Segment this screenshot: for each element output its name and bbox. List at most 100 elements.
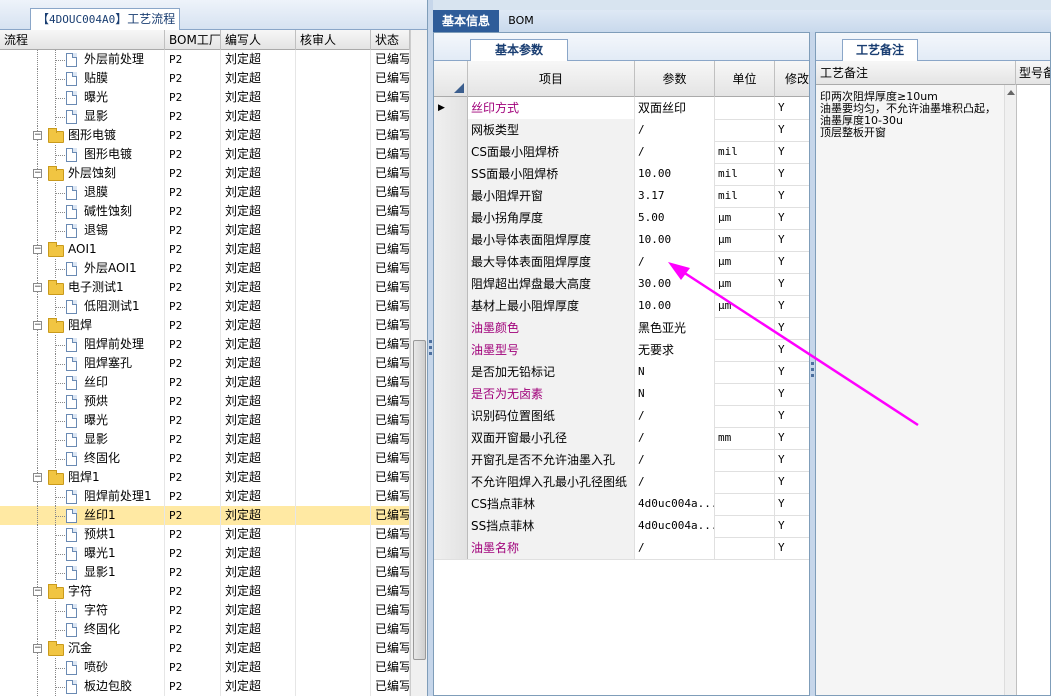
param-row[interactable]: ▶ 丝印方式 双面丝印 Y <box>434 97 809 120</box>
tree-folder-row[interactable]: − 沉金 P2 刘定超 已编写 <box>0 639 410 658</box>
param-value-cell[interactable]: N <box>635 383 715 405</box>
tree-step-row[interactable]: 碱性蚀刻 P2 刘定超 已编写 <box>0 202 410 221</box>
param-value-cell[interactable]: 30.00 <box>635 273 715 295</box>
param-modified-cell[interactable]: Y <box>775 537 809 559</box>
tree-step-row[interactable]: 图形电镀 P2 刘定超 已编写 <box>0 145 410 164</box>
row-header[interactable] <box>434 317 468 339</box>
tree-scrollbar-thumb[interactable] <box>413 340 426 660</box>
param-modified-cell[interactable]: Y <box>775 273 809 295</box>
collapse-toggle-icon[interactable]: − <box>33 321 42 330</box>
param-modified-cell[interactable]: Y <box>775 493 809 515</box>
row-header[interactable] <box>434 163 468 185</box>
tree-step-row[interactable]: 曝光1 P2 刘定超 已编写 <box>0 544 410 563</box>
tree-step-row[interactable]: 显影 P2 刘定超 已编写 <box>0 430 410 449</box>
row-header[interactable] <box>434 361 468 383</box>
tree-step-row[interactable]: 丝印 P2 刘定超 已编写 <box>0 373 410 392</box>
param-modified-cell[interactable]: Y <box>775 361 809 383</box>
param-value-cell[interactable]: / <box>635 537 715 559</box>
col-header-model-remarks[interactable]: 型号备注 <box>1016 61 1050 85</box>
param-modified-cell[interactable]: Y <box>775 427 809 449</box>
param-value-cell[interactable]: / <box>635 405 715 427</box>
param-row[interactable]: 最小拐角厚度 5.00 μm Y <box>434 207 809 230</box>
col-header-reviewer[interactable]: 核审人 <box>296 30 371 50</box>
tree-folder-row[interactable]: − 阻焊1 P2 刘定超 已编写 <box>0 468 410 487</box>
tree-step-row[interactable]: 丝印1 P2 刘定超 已编写 <box>0 506 410 525</box>
param-row[interactable]: CS面最小阻焊桥 / mil Y <box>434 141 809 164</box>
param-value-cell[interactable]: 3.17 <box>635 185 715 207</box>
param-row[interactable]: 油墨型号 无要求 Y <box>434 339 809 362</box>
row-header[interactable] <box>434 471 468 493</box>
row-header[interactable] <box>434 405 468 427</box>
collapse-toggle-icon[interactable]: − <box>33 245 42 254</box>
tree-step-row[interactable]: 预烘1 P2 刘定超 已编写 <box>0 525 410 544</box>
param-value-cell[interactable]: 无要求 <box>635 339 715 361</box>
tab-basic-info[interactable]: 基本信息 <box>433 10 499 32</box>
tree-step-row[interactable]: 低阻测试1 P2 刘定超 已编写 <box>0 297 410 316</box>
tree-step-row[interactable]: 阻焊前处理1 P2 刘定超 已编写 <box>0 487 410 506</box>
tree-step-row[interactable]: 退锡 P2 刘定超 已编写 <box>0 221 410 240</box>
param-value-cell[interactable]: N <box>635 361 715 383</box>
param-modified-cell[interactable]: Y <box>775 317 809 339</box>
model-remarks-cell[interactable] <box>1016 85 1050 695</box>
collapse-toggle-icon[interactable]: − <box>33 283 42 292</box>
param-value-cell[interactable]: 双面丝印 <box>635 97 715 119</box>
param-modified-cell[interactable]: Y <box>775 383 809 405</box>
col-header-modified[interactable]: 修改 <box>775 61 809 97</box>
row-header[interactable] <box>434 207 468 229</box>
row-header[interactable] <box>434 449 468 471</box>
param-row[interactable]: 网板类型 / Y <box>434 119 809 142</box>
tree-step-row[interactable]: 字符 P2 刘定超 已编写 <box>0 601 410 620</box>
param-modified-cell[interactable]: Y <box>775 449 809 471</box>
param-row[interactable]: 最小导体表面阻焊厚度 10.00 μm Y <box>434 229 809 252</box>
row-header[interactable] <box>434 273 468 295</box>
param-value-cell[interactable]: / <box>635 449 715 471</box>
param-row[interactable]: 是否加无铅标记 N Y <box>434 361 809 384</box>
param-value-cell[interactable]: 10.00 <box>635 229 715 251</box>
tree-step-row[interactable]: 预烘 P2 刘定超 已编写 <box>0 392 410 411</box>
remarks-scrollbar[interactable] <box>1004 85 1016 695</box>
tree-step-row[interactable]: 外层前处理 P2 刘定超 已编写 <box>0 50 410 69</box>
row-header[interactable]: ▶ <box>434 97 468 119</box>
tree-step-row[interactable]: 显影1 P2 刘定超 已编写 <box>0 563 410 582</box>
col-header-unit[interactable]: 单位 <box>715 61 775 97</box>
param-modified-cell[interactable]: Y <box>775 185 809 207</box>
param-modified-cell[interactable]: Y <box>775 141 809 163</box>
param-row[interactable]: 最小阻焊开窗 3.17 mil Y <box>434 185 809 208</box>
param-row[interactable]: SS面最小阻焊桥 10.00 mil Y <box>434 163 809 186</box>
param-row[interactable]: 识别码位置图纸 / Y <box>434 405 809 428</box>
param-modified-cell[interactable]: Y <box>775 207 809 229</box>
col-header-param[interactable]: 参数 <box>635 61 715 97</box>
param-modified-cell[interactable]: Y <box>775 515 809 537</box>
param-value-cell[interactable]: 4d0uc004a... <box>635 493 715 515</box>
row-header[interactable] <box>434 383 468 405</box>
param-value-cell[interactable]: 10.00 <box>635 295 715 317</box>
param-value-cell[interactable]: / <box>635 119 715 141</box>
tree-step-row[interactable]: 喷砂 P2 刘定超 已编写 <box>0 658 410 677</box>
row-header[interactable] <box>434 515 468 537</box>
param-value-cell[interactable]: 5.00 <box>635 207 715 229</box>
param-value-cell[interactable]: 10.00 <box>635 163 715 185</box>
row-header[interactable] <box>434 493 468 515</box>
param-modified-cell[interactable]: Y <box>775 119 809 141</box>
tree-step-row[interactable]: 终固化 P2 刘定超 已编写 <box>0 620 410 639</box>
col-header-status[interactable]: 状态 <box>371 30 410 50</box>
param-row[interactable]: 油墨名称 / Y <box>434 537 809 560</box>
param-row[interactable]: CS挡点菲林 4d0uc004a... Y <box>434 493 809 516</box>
col-header-remarks[interactable]: 工艺备注 <box>816 61 1016 85</box>
param-row[interactable]: 阻焊超出焊盘最大高度 30.00 μm Y <box>434 273 809 296</box>
collapse-toggle-icon[interactable]: − <box>33 131 42 140</box>
tree-step-row[interactable]: 贴膜 P2 刘定超 已编写 <box>0 69 410 88</box>
tab-basic-params[interactable]: 基本参数 <box>470 39 568 61</box>
tree-folder-row[interactable]: − 字符 P2 刘定超 已编写 <box>0 582 410 601</box>
col-header-flow[interactable]: 流程 <box>0 30 165 50</box>
param-modified-cell[interactable]: Y <box>775 339 809 361</box>
param-row[interactable]: 基材上最小阻焊厚度 10.00 μm Y <box>434 295 809 318</box>
row-header[interactable] <box>434 339 468 361</box>
param-row[interactable]: SS挡点菲林 4d0uc004a... Y <box>434 515 809 538</box>
tree-folder-row[interactable]: − 电子测试1 P2 刘定超 已编写 <box>0 278 410 297</box>
collapse-toggle-icon[interactable]: − <box>33 644 42 653</box>
param-row[interactable]: 油墨颜色 黑色亚光 Y <box>434 317 809 340</box>
tree-folder-row[interactable]: − AOI1 P2 刘定超 已编写 <box>0 240 410 259</box>
tree-step-row[interactable]: 外层AOI1 P2 刘定超 已编写 <box>0 259 410 278</box>
param-modified-cell[interactable]: Y <box>775 295 809 317</box>
